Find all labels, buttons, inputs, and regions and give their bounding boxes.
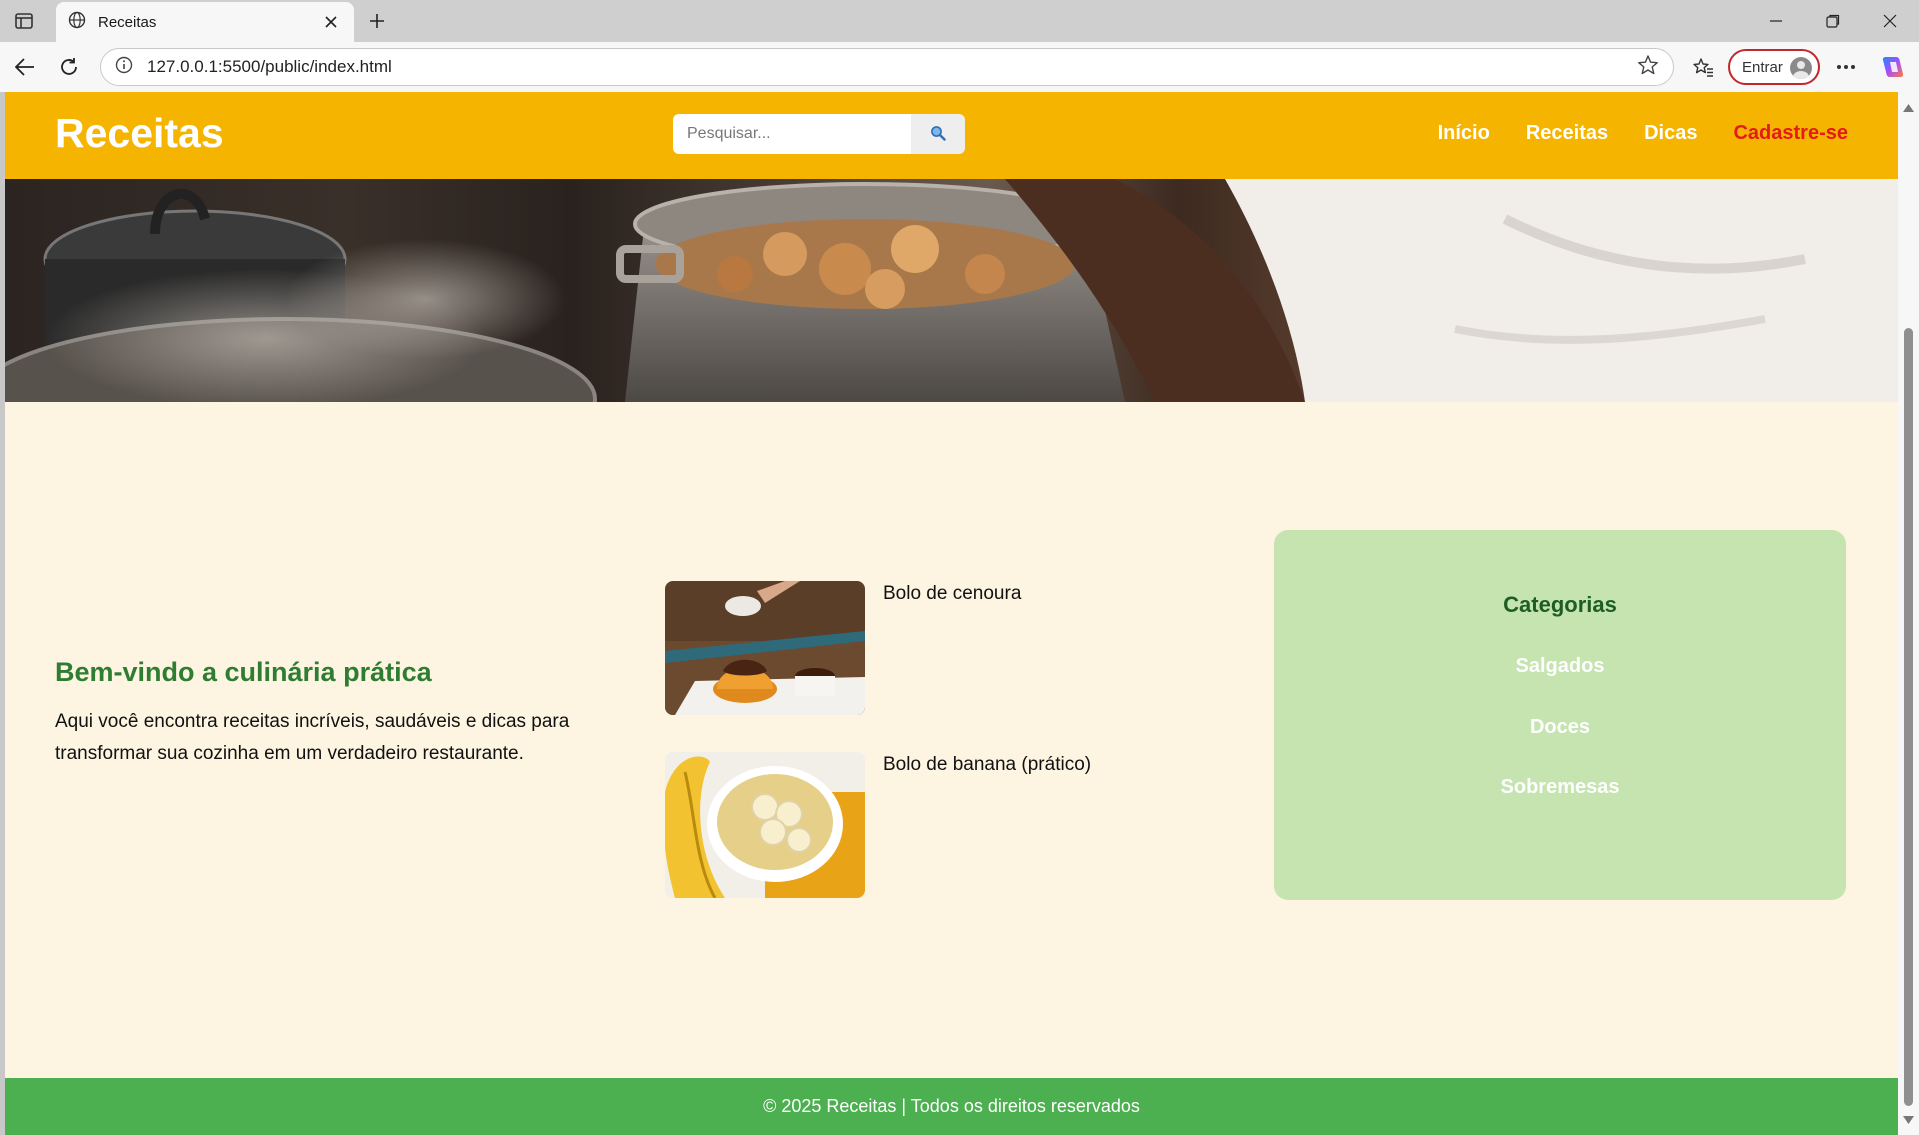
browser-toolbar: 127.0.0.1:5500/public/index.html Entrar <box>0 42 1919 92</box>
footer-copyright: © 2025 Receitas | Todos os direitos rese… <box>763 1096 1140 1116</box>
scroll-up-arrow-icon[interactable] <box>1902 102 1915 114</box>
new-tab-icon[interactable] <box>364 8 390 34</box>
address-bar[interactable]: 127.0.0.1:5500/public/index.html <box>100 48 1674 86</box>
scrollbar-thumb[interactable] <box>1904 328 1913 1106</box>
favorite-star-icon[interactable] <box>1637 54 1659 81</box>
category-salgados[interactable]: Salgados <box>1274 655 1846 678</box>
favorites-icon[interactable] <box>1688 52 1718 82</box>
recipe-card-bolo-de-banana[interactable]: Bolo de banana (prático) <box>665 752 1091 898</box>
minimize-icon[interactable] <box>1758 6 1794 36</box>
close-window-icon[interactable] <box>1872 6 1908 36</box>
site-logo[interactable]: Receitas <box>55 110 224 157</box>
tab-actions-icon[interactable] <box>8 8 40 34</box>
reload-icon[interactable] <box>54 52 84 82</box>
copilot-icon[interactable] <box>1878 52 1908 82</box>
page-scrollbar[interactable] <box>1898 92 1919 1135</box>
main-nav: Início Receitas Dicas Cadastre-se <box>1438 122 1848 145</box>
site-info-icon[interactable] <box>115 56 133 79</box>
nav-link-receitas[interactable]: Receitas <box>1526 122 1608 145</box>
site-footer: © 2025 Receitas | Todos os direitos rese… <box>5 1078 1898 1135</box>
category-sobremesas[interactable]: Sobremesas <box>1274 776 1846 799</box>
avatar-icon <box>1790 57 1812 79</box>
nav-link-inicio[interactable]: Início <box>1438 122 1490 145</box>
categories-title: Categorias <box>1503 592 1617 617</box>
hero-banner-image <box>5 179 1898 402</box>
tab-title: Receitas <box>98 13 157 31</box>
globe-icon <box>68 11 86 34</box>
active-tab[interactable]: Receitas <box>56 2 354 42</box>
page-viewport: Receitas Início Receitas Dicas Cadastre-… <box>5 92 1898 1135</box>
recipe-name-bolo-de-cenoura[interactable]: Bolo de cenoura <box>883 583 1021 715</box>
category-doces[interactable]: Doces <box>1274 716 1846 739</box>
search-button[interactable] <box>911 114 965 154</box>
profile-signin-button[interactable]: Entrar <box>1728 49 1820 85</box>
welcome-section: Bem-vindo a culinária prática Aqui você … <box>55 657 615 770</box>
recipe-name-bolo-de-banana[interactable]: Bolo de banana (prático) <box>883 754 1091 898</box>
nav-link-cadastre-se[interactable]: Cadastre-se <box>1733 122 1848 145</box>
restore-icon[interactable] <box>1815 6 1851 36</box>
recipe-image-bolo-de-cenoura[interactable] <box>665 581 865 715</box>
back-arrow-icon[interactable] <box>10 52 40 82</box>
site-header: Receitas Início Receitas Dicas Cadastre-… <box>5 92 1898 179</box>
welcome-text: Aqui você encontra receitas incríveis, s… <box>55 711 570 764</box>
recipe-image-bolo-de-banana[interactable] <box>665 752 865 898</box>
categories-panel: Categorias Salgados Doces Sobremesas <box>1274 530 1846 900</box>
close-tab-icon[interactable] <box>320 11 342 33</box>
scroll-down-arrow-icon[interactable] <box>1902 1114 1915 1126</box>
url-text: 127.0.0.1:5500/public/index.html <box>147 57 392 76</box>
welcome-title: Bem-vindo a culinária prática <box>55 657 432 687</box>
browser-tab-bar: Receitas <box>0 0 1919 42</box>
search-form <box>673 114 965 154</box>
profile-signin-label: Entrar <box>1742 58 1783 76</box>
more-options-icon[interactable] <box>1831 52 1861 82</box>
nav-link-dicas[interactable]: Dicas <box>1644 122 1697 145</box>
search-input[interactable] <box>673 114 911 154</box>
recipe-card-bolo-de-cenoura[interactable]: Bolo de cenoura <box>665 581 1021 715</box>
magnifier-icon <box>930 125 946 144</box>
